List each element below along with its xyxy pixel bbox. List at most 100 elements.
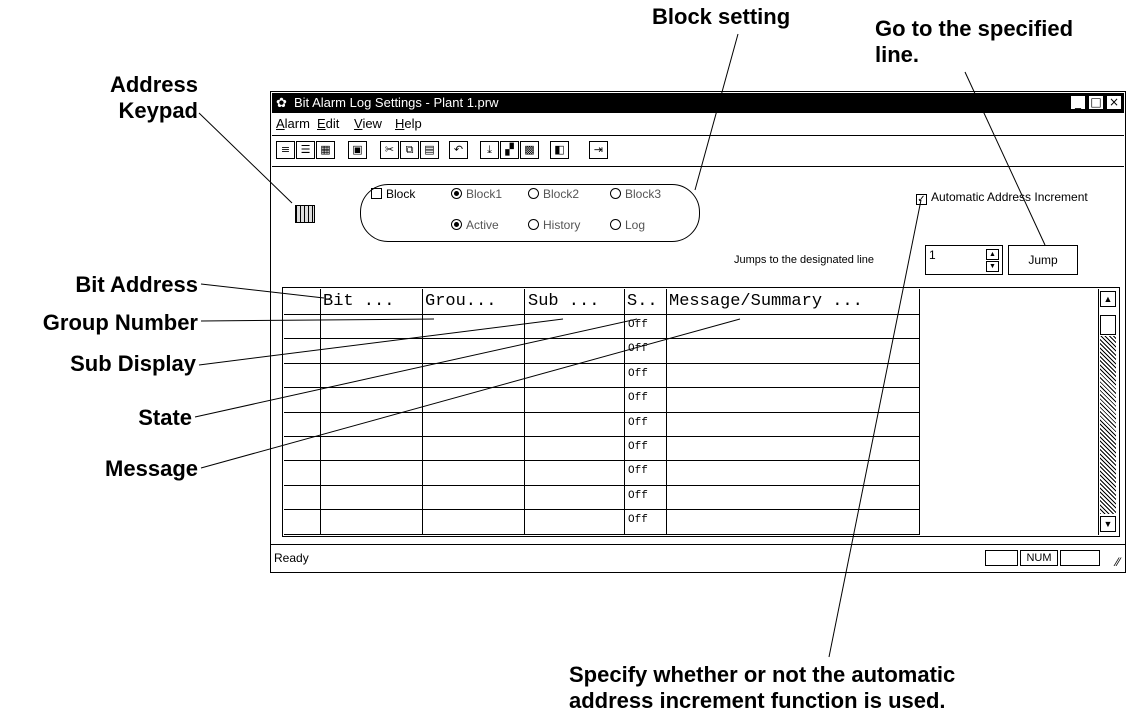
header-group-number[interactable]: Grou... [425, 289, 523, 314]
group-number-annotation: Group Number [42, 310, 198, 335]
toolbar-separator [272, 166, 1124, 167]
minimize-button[interactable]: _ [1070, 95, 1086, 110]
radio-label: Log [625, 218, 646, 232]
menu-mnemonic: H [395, 116, 405, 131]
header-state[interactable]: S.. [627, 289, 665, 314]
table-row-divider [284, 436, 919, 437]
radio-dot [451, 188, 462, 199]
toolbar: ≡ ☰ ▦ ▣ ✂ ⧉ ▤ ↶ ⤓ ▞ ▩ ◧ ⇥ [272, 137, 1124, 163]
grid-view-icon[interactable]: ▦ [316, 141, 335, 159]
radio-dot [528, 188, 539, 199]
scroll-thumb[interactable] [1100, 315, 1116, 335]
title-bar[interactable]: ✿ Bit Alarm Log Settings - Plant 1.prw _… [272, 93, 1124, 113]
vertical-scrollbar[interactable]: ▲ ▼ [1098, 289, 1117, 535]
exit-icon[interactable]: ⇥ [589, 141, 608, 159]
radio-history[interactable]: History [528, 218, 580, 232]
menu-label-rest: dit [325, 116, 340, 131]
cut-icon[interactable]: ✂ [380, 141, 399, 159]
paste-icon[interactable]: ▤ [420, 141, 439, 159]
close-button[interactable]: × [1106, 95, 1122, 110]
annotation-line-1: Specify whether or not the automatic [569, 662, 956, 687]
line-number-spinner[interactable]: 1 ▲ ▼ [925, 245, 1003, 275]
table-row-divider [284, 387, 919, 388]
line-number-value[interactable]: 1 [929, 248, 936, 262]
radio-label: Block1 [466, 187, 503, 201]
header-sub-display[interactable]: Sub ... [528, 289, 624, 314]
scroll-track[interactable] [1100, 336, 1116, 514]
menu-mnemonic: A [276, 116, 285, 131]
menu-alarm[interactable]: Alarm [276, 114, 310, 134]
annotation-line-2: line. [875, 42, 920, 67]
undo-icon[interactable]: ↶ [449, 141, 468, 159]
auto-increment-checkbox[interactable]: ✓ Automatic Address Increment [916, 190, 1088, 205]
header-message[interactable]: Message/Summary ... [669, 289, 919, 314]
menu-edit[interactable]: Edit [317, 114, 339, 134]
auto-increment-annotation: Specify whether or not the automatic add… [569, 662, 955, 714]
radio-dot [610, 219, 621, 230]
copy-icon[interactable]: ⧉ [400, 141, 419, 159]
jump-caption: Jumps to the designated line [734, 254, 875, 266]
header-bit-address[interactable]: Bit ... [323, 289, 421, 314]
annotation-line-1: Address [109, 72, 198, 97]
checkbox-box [371, 188, 382, 199]
state-cell[interactable]: Off [628, 460, 648, 482]
pattern-icon[interactable]: ▩ [520, 141, 539, 159]
table-row-divider [284, 485, 919, 486]
menu-mnemonic: E [317, 116, 326, 131]
menu-separator [272, 135, 1124, 136]
radio-log[interactable]: Log [610, 218, 645, 232]
block-checkbox-label: Block [386, 187, 416, 201]
spin-down-icon[interactable]: ▼ [986, 261, 999, 272]
menu-label-rest: iew [362, 116, 382, 131]
radio-dot [528, 219, 539, 230]
state-cell[interactable]: Off [628, 485, 648, 507]
radio-dot [610, 188, 621, 199]
menu-view[interactable]: View [354, 114, 382, 134]
block-icon[interactable]: ▞ [500, 141, 519, 159]
sub-display-annotation: Sub Display [70, 351, 196, 376]
status-panel-scroll [1060, 550, 1100, 566]
block-checkbox[interactable]: Block [371, 187, 415, 201]
detail-view-icon[interactable]: ☰ [296, 141, 315, 159]
jump-button[interactable]: Jump [1008, 245, 1078, 275]
state-cell[interactable]: Off [628, 314, 648, 336]
resize-grip-icon[interactable]: ⁄⁄ [1116, 550, 1120, 574]
table-row-divider [284, 314, 919, 315]
address-keypad-annotation: Address Keypad [60, 72, 198, 124]
state-cell[interactable]: Off [628, 338, 648, 360]
state-cell[interactable]: Off [628, 436, 648, 458]
state-cell[interactable]: Off [628, 509, 648, 531]
table-row-divider [284, 412, 919, 413]
list-view-icon[interactable]: ≡ [276, 141, 295, 159]
state-cell[interactable]: Off [628, 412, 648, 434]
radio-block1[interactable]: Block1 [451, 187, 502, 201]
radio-label: Block3 [625, 187, 662, 201]
scroll-up-icon[interactable]: ▲ [1100, 291, 1116, 307]
radio-dot [451, 219, 462, 230]
table-row-divider [284, 534, 919, 535]
table-row-divider [284, 509, 919, 510]
table-column-divider [919, 289, 920, 535]
radio-label: Block2 [543, 187, 580, 201]
spin-up-icon[interactable]: ▲ [986, 249, 999, 260]
scroll-down-icon[interactable]: ▼ [1100, 516, 1116, 532]
status-text: Ready [274, 551, 309, 565]
keypad-icon[interactable] [295, 205, 315, 223]
state-cell[interactable]: Off [628, 387, 648, 409]
insert-row-icon[interactable]: ⤓ [480, 141, 499, 159]
app-icon: ✿ [276, 95, 287, 110]
table-row-divider [284, 460, 919, 461]
radio-block2[interactable]: Block2 [528, 187, 579, 201]
annotation-line-1: Go to the specified [875, 16, 1074, 41]
properties-icon[interactable]: ◧ [550, 141, 569, 159]
message-annotation: Message [105, 456, 198, 481]
checkbox-check-icon: ✓ [916, 194, 927, 205]
menu-label-rest: elp [404, 116, 422, 131]
maximize-button[interactable]: □ [1088, 95, 1104, 110]
save-icon[interactable]: ▣ [348, 141, 367, 159]
block-setting-annotation: Block setting [652, 4, 791, 29]
menu-help[interactable]: Help [395, 114, 422, 134]
radio-block3[interactable]: Block3 [610, 187, 661, 201]
state-cell[interactable]: Off [628, 363, 648, 385]
radio-active[interactable]: Active [451, 218, 499, 232]
